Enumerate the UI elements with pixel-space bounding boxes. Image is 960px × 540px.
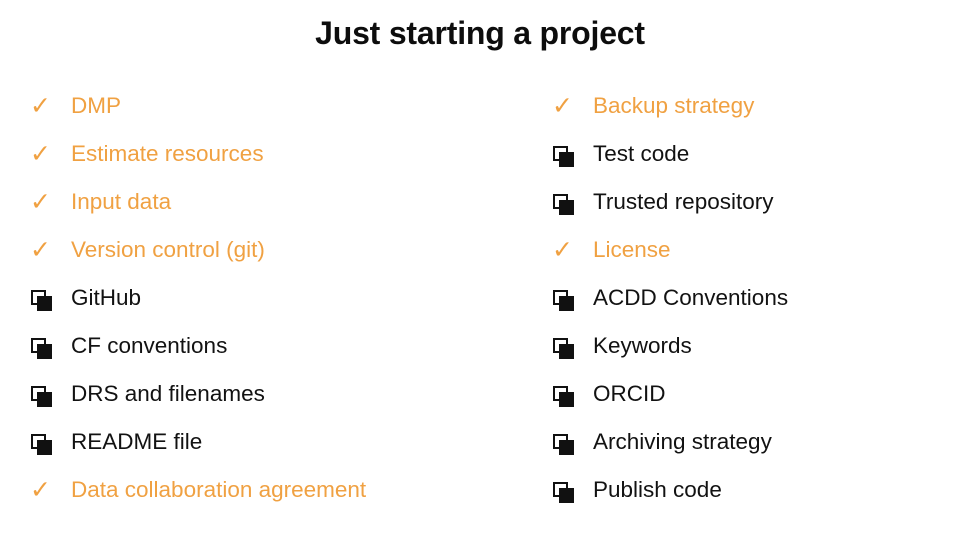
- empty-checkbox-icon[interactable]: [546, 481, 593, 503]
- checklist-left-column: ✓ DMP ✓ Estimate resources ✓ Input data ✓ Versi…: [24, 82, 524, 514]
- checklist-item-label: Archiving strategy: [593, 429, 772, 454]
- empty-checkbox-icon[interactable]: [546, 385, 593, 407]
- empty-checkbox-icon[interactable]: [24, 433, 71, 455]
- empty-checkbox-icon[interactable]: [24, 289, 71, 311]
- checkbox-square: [553, 337, 574, 359]
- check-glyph: ✓: [30, 138, 51, 168]
- checklist-item-label: GitHub: [71, 285, 142, 310]
- checklist-item[interactable]: ACDD Conventions: [546, 274, 946, 322]
- empty-checkbox-icon[interactable]: [546, 433, 593, 455]
- checklist-item[interactable]: Test code: [546, 130, 946, 178]
- checkbox-glyph: [552, 337, 574, 359]
- checkbox-glyph: [30, 385, 52, 407]
- checklist-item-label: Test code: [593, 141, 690, 166]
- checklist-item-label: License: [593, 237, 671, 262]
- checklist-item[interactable]: Publish code: [546, 466, 946, 514]
- checklist-item-label: DMP: [71, 93, 121, 118]
- check-glyph: ✓: [30, 90, 51, 120]
- checkbox-glyph: [552, 145, 574, 167]
- checkbox-square: [553, 385, 574, 407]
- checkbox-square: [31, 385, 52, 407]
- empty-checkbox-icon[interactable]: [24, 337, 71, 359]
- checklist-item-label: README file: [71, 429, 203, 454]
- checkbox-glyph: [30, 337, 52, 359]
- checklist-item[interactable]: GitHub: [24, 274, 524, 322]
- checkbox-glyph: [552, 193, 574, 215]
- checkbox-glyph: [30, 433, 52, 455]
- check-glyph: ✓: [552, 90, 573, 120]
- check-icon[interactable]: ✓: [24, 138, 71, 168]
- check-glyph: ✓: [30, 186, 51, 216]
- checklist-item-label: Trusted repository: [593, 189, 774, 214]
- checklist-item-label: Publish code: [593, 477, 722, 502]
- check-glyph: ✓: [552, 234, 573, 264]
- checklist-item[interactable]: ✓ Data collaboration agreement: [24, 466, 524, 514]
- checkbox-square: [553, 481, 574, 503]
- empty-checkbox-icon[interactable]: [546, 193, 593, 215]
- checklist-item[interactable]: Trusted repository: [546, 178, 946, 226]
- checkbox-square: [553, 145, 574, 167]
- checklist-item-label: Data collaboration agreement: [71, 477, 367, 502]
- page-title: Just starting a project: [315, 15, 645, 51]
- checklist-item-label: ACDD Conventions: [593, 285, 789, 310]
- checkbox-square: [31, 289, 52, 311]
- checkbox-square: [553, 289, 574, 311]
- check-icon[interactable]: ✓: [24, 234, 71, 264]
- checklist-item[interactable]: README file: [24, 418, 524, 466]
- checklist-item-label: CF conventions: [71, 333, 228, 358]
- checklist-item[interactable]: ✓ Version control (git): [24, 226, 524, 274]
- checklist-item-label: Backup strategy: [593, 93, 755, 118]
- checklist-item[interactable]: ✓ License: [546, 226, 946, 274]
- check-icon[interactable]: ✓: [546, 90, 593, 120]
- checkbox-square: [31, 433, 52, 455]
- empty-checkbox-icon[interactable]: [24, 385, 71, 407]
- checkbox-glyph: [552, 289, 574, 311]
- empty-checkbox-icon[interactable]: [546, 289, 593, 311]
- checkbox-square: [553, 433, 574, 455]
- empty-checkbox-icon[interactable]: [546, 337, 593, 359]
- checklist-item-label: Keywords: [593, 333, 692, 358]
- checklist-item[interactable]: Archiving strategy: [546, 418, 946, 466]
- check-glyph: ✓: [30, 234, 51, 264]
- check-icon[interactable]: ✓: [24, 186, 71, 216]
- checklist-item-label: DRS and filenames: [71, 381, 265, 406]
- checklist-item[interactable]: ✓ Input data: [24, 178, 524, 226]
- checklist-item[interactable]: ✓ DMP: [24, 82, 524, 130]
- checklist-right-column: ✓ Backup strategy Test code Trusted reposit…: [546, 82, 946, 514]
- checklist-item[interactable]: CF conventions: [24, 322, 524, 370]
- checklist-item[interactable]: ORCID: [546, 370, 946, 418]
- checklist-item-label: Version control (git): [71, 237, 265, 262]
- empty-checkbox-icon[interactable]: [546, 145, 593, 167]
- slide-canvas: Just starting a project ✓ DMP ✓ Estimate re…: [0, 0, 960, 540]
- check-glyph: ✓: [30, 474, 51, 504]
- checkbox-glyph: [552, 433, 574, 455]
- checklist-item[interactable]: Keywords: [546, 322, 946, 370]
- checkbox-glyph: [552, 385, 574, 407]
- checkbox-glyph: [552, 481, 574, 503]
- checkbox-square: [31, 337, 52, 359]
- checklist-item-label: Estimate resources: [71, 141, 264, 166]
- checklist-item[interactable]: ✓ Estimate resources: [24, 130, 524, 178]
- check-icon[interactable]: ✓: [546, 234, 593, 264]
- checkbox-glyph: [30, 289, 52, 311]
- checklist-item[interactable]: DRS and filenames: [24, 370, 524, 418]
- check-icon[interactable]: ✓: [24, 474, 71, 504]
- checkbox-square: [553, 193, 574, 215]
- checklist-item-label: Input data: [71, 189, 172, 214]
- checklist-item-label: ORCID: [593, 381, 666, 406]
- checklist-item[interactable]: ✓ Backup strategy: [546, 82, 946, 130]
- check-icon[interactable]: ✓: [24, 90, 71, 120]
